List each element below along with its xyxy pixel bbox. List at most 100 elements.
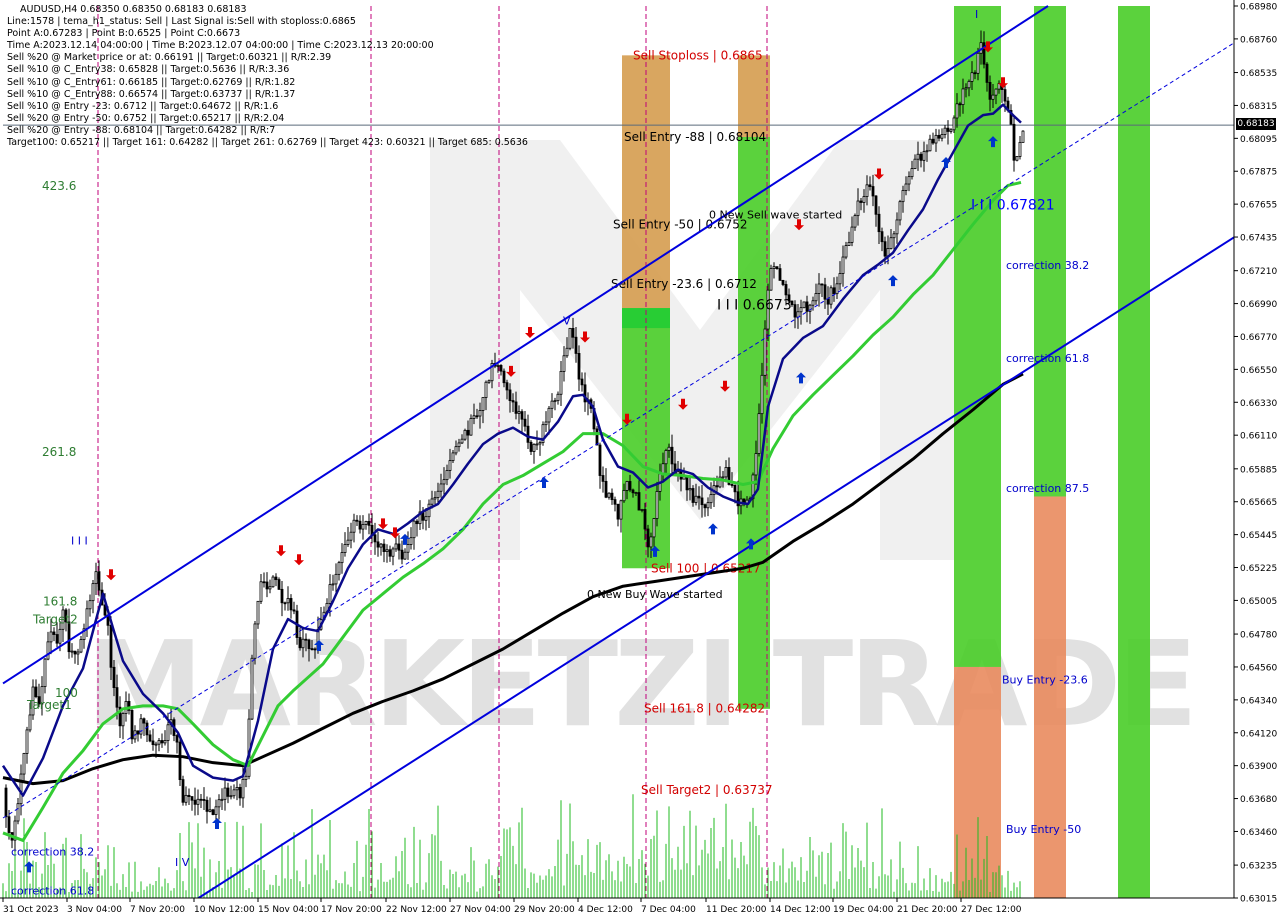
candle-body bbox=[826, 298, 830, 305]
sell-arrow-icon bbox=[106, 569, 116, 581]
x-tick-label: 29 Nov 20:00 bbox=[514, 905, 575, 915]
candle-body bbox=[526, 425, 530, 443]
candle-body bbox=[529, 441, 533, 452]
candle-body bbox=[154, 743, 158, 746]
candle-body bbox=[871, 186, 875, 197]
x-tick-label: 31 Oct 2023 bbox=[3, 905, 59, 915]
x-tick-label: 7 Nov 20:00 bbox=[130, 905, 185, 915]
candle-body bbox=[934, 134, 938, 144]
y-tick-label: 0.68535 bbox=[1240, 69, 1277, 79]
annotation-label: Buy Entry -23.6 bbox=[1002, 673, 1088, 686]
candle-body bbox=[22, 753, 26, 775]
candle-body bbox=[601, 475, 605, 482]
candle-body bbox=[733, 484, 737, 493]
candle-body bbox=[460, 438, 464, 444]
candle-body bbox=[46, 641, 50, 660]
candle-body bbox=[112, 666, 116, 689]
candle-body bbox=[565, 347, 569, 357]
candle-body bbox=[373, 534, 377, 543]
candle-body bbox=[145, 722, 149, 736]
candle-body bbox=[628, 481, 632, 491]
x-tick-label: 3 Nov 04:00 bbox=[67, 905, 122, 915]
candle-body bbox=[916, 153, 920, 160]
fib-left-label: 423.6 bbox=[42, 179, 76, 193]
candle-body bbox=[286, 598, 290, 604]
candle-body bbox=[250, 657, 254, 720]
x-tick-label: 4 Dec 12:00 bbox=[578, 905, 633, 915]
candle-body bbox=[79, 639, 83, 653]
candle-body bbox=[298, 637, 302, 649]
candle-body bbox=[814, 293, 818, 302]
info-line: Target100: 0.65217 || Target 161: 0.6428… bbox=[7, 137, 528, 148]
candle-body bbox=[991, 94, 995, 100]
candle-body bbox=[571, 327, 575, 338]
candle-body bbox=[16, 803, 20, 822]
candle-body bbox=[640, 509, 644, 511]
candle-body bbox=[637, 492, 641, 511]
candle-body bbox=[166, 724, 170, 741]
candle-body bbox=[352, 519, 356, 533]
candle-body bbox=[58, 628, 62, 644]
candle-body bbox=[307, 639, 311, 650]
candle-body bbox=[961, 88, 965, 105]
y-tick-label: 0.65885 bbox=[1240, 465, 1277, 475]
buy-arrow-icon bbox=[212, 817, 222, 829]
level-label: Sell Stoploss | 0.6865 bbox=[633, 48, 763, 62]
candle-body bbox=[874, 195, 878, 215]
candle-body bbox=[832, 287, 836, 295]
candle-body bbox=[556, 393, 560, 402]
candle-body bbox=[607, 492, 611, 498]
buy-green-zone-b bbox=[1034, 6, 1066, 497]
candle-body bbox=[235, 787, 239, 791]
y-tick-label: 0.68095 bbox=[1240, 135, 1277, 145]
chart-root[interactable]: MARKETZI TRADE Sell Stoploss | 0.6865 Sell… bbox=[0, 0, 1280, 920]
candle-body bbox=[472, 415, 476, 419]
candle-body bbox=[904, 183, 908, 191]
candle-body bbox=[730, 484, 734, 486]
candle-body bbox=[709, 494, 713, 504]
candle-body bbox=[244, 775, 248, 780]
candle-body bbox=[721, 476, 725, 479]
green-band-c bbox=[1118, 6, 1150, 901]
candle-body bbox=[7, 816, 11, 833]
candle-body bbox=[868, 184, 872, 187]
candle-body bbox=[967, 80, 971, 89]
candle-body bbox=[850, 226, 854, 243]
candle-body bbox=[52, 631, 56, 635]
candle-body bbox=[451, 452, 455, 462]
candle-body bbox=[487, 380, 491, 383]
y-axis-group: 0.68980 0.68760 0.68535 0.68315 0.68095 0.678… bbox=[1233, 0, 1280, 920]
candle-body bbox=[34, 686, 38, 698]
candle-body bbox=[331, 583, 335, 586]
candle-body bbox=[667, 446, 671, 451]
sell-arrow-icon bbox=[276, 545, 286, 557]
candle-body bbox=[343, 544, 347, 553]
candle-body bbox=[301, 638, 305, 649]
candle-body bbox=[928, 138, 932, 152]
candle-body bbox=[820, 283, 824, 286]
candle-body bbox=[85, 608, 89, 630]
candle-body bbox=[271, 576, 275, 588]
candle-body bbox=[436, 490, 440, 498]
candle-body bbox=[817, 283, 821, 294]
candle-body bbox=[520, 411, 524, 420]
candle-body bbox=[313, 648, 317, 651]
candle-body bbox=[283, 602, 287, 605]
info-line: Sell %20 @ Entry -88: 0.68104 || Target:… bbox=[7, 124, 276, 136]
candle-body bbox=[478, 410, 482, 417]
candle-body bbox=[625, 481, 629, 491]
candle-body bbox=[382, 543, 386, 552]
candle-body bbox=[55, 634, 59, 644]
candle-body bbox=[772, 266, 776, 269]
candle-body bbox=[463, 429, 467, 440]
x-tick-label: 21 Dec 20:00 bbox=[897, 905, 958, 915]
candle-body bbox=[190, 796, 194, 801]
candle-body bbox=[649, 536, 653, 548]
candle-body bbox=[157, 740, 161, 745]
candle-body bbox=[1018, 141, 1022, 157]
x-tick-label: 22 Nov 12:00 bbox=[386, 905, 447, 915]
candle-body bbox=[397, 543, 401, 551]
annotation-label: 0 New Sell wave started bbox=[709, 208, 842, 221]
candle-body bbox=[652, 518, 656, 538]
candle-body bbox=[415, 520, 419, 525]
